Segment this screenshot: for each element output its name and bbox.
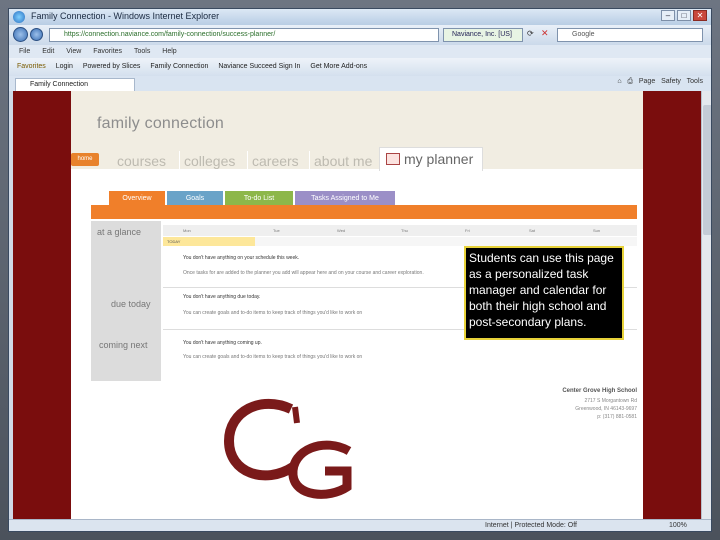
nav-my-planner[interactable]: my planner xyxy=(379,147,483,173)
day-wed: Wed xyxy=(337,228,346,233)
status-bar: Internet | Protected Mode: Off 100% xyxy=(9,519,711,531)
day-sat: Sat xyxy=(529,228,536,233)
tools-menu[interactable]: Tools xyxy=(687,78,703,85)
forward-button[interactable] xyxy=(30,28,43,41)
security-badge[interactable]: Naviance, Inc. [US] xyxy=(443,28,523,42)
tab-overview[interactable]: Overview xyxy=(109,191,165,206)
at-a-glance-heading: at a glance xyxy=(97,227,142,237)
tab-bar: Family Connection ⌂ ⎙ Page Safety Tools xyxy=(9,76,711,91)
fav-login[interactable]: Login xyxy=(56,58,73,76)
nav-courses[interactable]: courses xyxy=(113,151,170,171)
tab-assigned[interactable]: Tasks Assigned to Me xyxy=(295,191,395,206)
title-bar: Family Connection - Windows Internet Exp… xyxy=(9,9,711,25)
week-row: TODAY xyxy=(163,237,637,246)
maximize-button[interactable]: □ xyxy=(677,10,691,21)
safety-menu[interactable]: Safety xyxy=(661,78,681,85)
zone-status[interactable]: Internet | Protected Mode: Off xyxy=(485,522,577,529)
favorites-bar: Favorites Login Powered by Slices Family… xyxy=(9,58,711,76)
address-input[interactable]: https://connection.naviance.com/family-c… xyxy=(49,28,439,42)
back-button[interactable] xyxy=(13,27,28,42)
address-line-2: Greenwood, IN 46143-9697 xyxy=(575,406,637,412)
search-input[interactable]: Google xyxy=(557,28,703,42)
schedule-hint: Once tasks for are added to the planner … xyxy=(183,270,424,276)
menu-edit[interactable]: Edit xyxy=(42,48,54,55)
due-today-heading: due today xyxy=(111,299,151,309)
command-bar: ⌂ ⎙ Page Safety Tools xyxy=(617,78,703,86)
today-cell[interactable]: TODAY xyxy=(163,237,255,246)
menu-favorites[interactable]: Favorites xyxy=(93,48,122,55)
nav-my-planner-label: my planner xyxy=(404,151,474,167)
nav-colleges[interactable]: colleges xyxy=(179,151,239,171)
fav-family-connection[interactable]: Family Connection xyxy=(150,58,208,76)
fav-naviance[interactable]: Naviance Succeed Sign In xyxy=(218,58,300,76)
browser-tab[interactable]: Family Connection xyxy=(15,78,135,91)
schedule-message: You don't have anything on your schedule… xyxy=(183,255,300,261)
phone: p: (317) 881-0581 xyxy=(597,414,637,420)
stop-icon[interactable]: ✕ xyxy=(541,28,549,39)
window-controls: – □ ✕ xyxy=(661,10,707,21)
menu-file[interactable]: File xyxy=(19,48,30,55)
home-button[interactable]: home xyxy=(71,153,99,166)
school-address: 2717 S Morgantown Rd Greenwood, IN 46143… xyxy=(517,397,637,421)
school-name: Center Grove High School xyxy=(562,388,637,394)
nav-about-me[interactable]: about me xyxy=(309,151,376,171)
day-mon: Mon xyxy=(183,228,191,233)
home-icon[interactable]: ⌂ xyxy=(617,78,621,85)
day-thu: Thu xyxy=(401,228,408,233)
close-button[interactable]: ✕ xyxy=(693,10,707,21)
page-menu[interactable]: Page xyxy=(639,78,655,85)
scroll-thumb[interactable] xyxy=(703,105,711,235)
print-icon[interactable]: ⎙ xyxy=(627,78,633,85)
favorites-button[interactable]: Favorites xyxy=(17,58,46,76)
menu-view[interactable]: View xyxy=(66,48,81,55)
fav-addons[interactable]: Get More Add-ons xyxy=(310,58,367,76)
subtab-bar xyxy=(91,205,637,219)
coming-next-heading: coming next xyxy=(99,340,148,350)
menu-bar: File Edit View Favorites Tools Help xyxy=(9,45,711,58)
coming-hint[interactable]: You can create goals and to-do items to … xyxy=(183,354,362,360)
nav-careers[interactable]: careers xyxy=(247,151,303,171)
due-message: You don't have anything due today. xyxy=(183,294,261,300)
refresh-icon[interactable]: ⟳ xyxy=(527,29,534,38)
zoom-level[interactable]: 100% xyxy=(669,522,687,529)
school-logo xyxy=(223,399,352,499)
day-sun: Sun xyxy=(593,228,601,233)
fav-slices[interactable]: Powered by Slices xyxy=(83,58,141,76)
planner-icon xyxy=(386,153,400,165)
vertical-scrollbar[interactable] xyxy=(701,91,711,519)
menu-help[interactable]: Help xyxy=(162,48,176,55)
tab-todo[interactable]: To-do List xyxy=(225,191,293,206)
week-header: Mon Tue Wed Thu Fri Sat Sun xyxy=(163,225,637,236)
day-fri: Fri xyxy=(465,228,470,233)
coming-message: You don't have anything coming up. xyxy=(183,340,262,346)
address-bar-row: https://connection.naviance.com/family-c… xyxy=(9,25,711,45)
minimize-button[interactable]: – xyxy=(661,10,675,21)
tab-goals[interactable]: Goals xyxy=(167,191,223,206)
site-brand: family connection xyxy=(97,115,225,132)
due-hint[interactable]: You can create goals and to-do items to … xyxy=(183,310,362,316)
day-tue: Tue xyxy=(273,228,280,233)
menu-tools[interactable]: Tools xyxy=(134,48,150,55)
ie-icon xyxy=(13,11,25,23)
window-title: Family Connection - Windows Internet Exp… xyxy=(31,11,220,21)
address-line-1: 2717 S Morgantown Rd xyxy=(584,398,637,404)
callout-box: Students can use this page as a personal… xyxy=(464,246,624,340)
